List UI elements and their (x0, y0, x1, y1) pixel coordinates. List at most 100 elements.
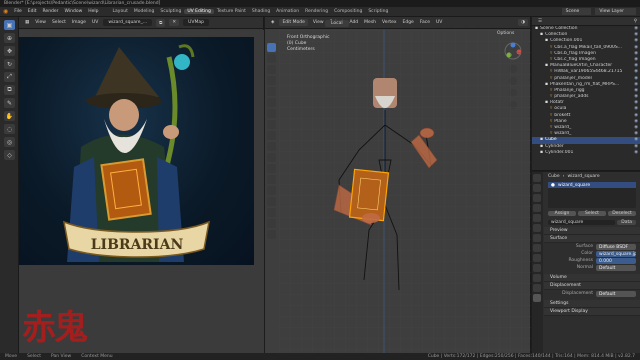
select-box-tool-icon[interactable]: ▣ (4, 20, 15, 30)
menu-render[interactable]: Render (40, 9, 62, 14)
vp-slide-tool-icon[interactable] (267, 230, 276, 239)
particles-tab-icon[interactable] (533, 254, 541, 262)
annotate-tool-icon[interactable]: ✎ (4, 98, 15, 108)
view-layer-selector[interactable]: View Layer (595, 8, 636, 15)
physics-tab-icon[interactable] (533, 264, 541, 272)
surface-section[interactable]: Surface (544, 235, 640, 243)
visibility-eye-icon[interactable]: ◉ (634, 150, 638, 156)
vp-knife-tool-icon[interactable] (267, 186, 276, 195)
mode-selector[interactable]: Edit Mode (279, 19, 308, 26)
uvmap-selector[interactable]: UVMap (183, 19, 209, 26)
vp-annotate-tool-icon[interactable] (267, 109, 276, 118)
image-selector[interactable]: wizard_square_... (103, 19, 153, 26)
workspace-tab-animation[interactable]: Animation (273, 9, 302, 14)
normal-field[interactable]: Default (596, 264, 636, 271)
blender-logo-icon[interactable]: ◉ (0, 8, 11, 15)
vp-add-cube-tool-icon[interactable] (267, 131, 276, 140)
vp-inset-tool-icon[interactable] (267, 153, 276, 162)
vp-smooth-tool-icon[interactable] (267, 219, 276, 228)
view-layer-tab-icon[interactable] (533, 204, 541, 212)
vp-transform-tool-icon[interactable] (267, 98, 276, 107)
preview-section[interactable]: Preview (544, 227, 640, 235)
vp-menu-edge[interactable]: Edge (400, 20, 417, 25)
workspace-tab-sculpting[interactable]: Sculpting (157, 9, 184, 14)
material-datablock-field[interactable]: wizard_square (548, 219, 616, 225)
rotate-tool-icon[interactable]: ↻ (4, 59, 15, 69)
surface-shader-field[interactable]: Diffuse BSDF (596, 243, 636, 250)
image-menu-uv[interactable]: UV (89, 20, 101, 25)
close-image-icon[interactable]: ✕ (169, 19, 180, 26)
pinch-tool-icon[interactable]: ◎ (4, 137, 15, 147)
data-tab-icon[interactable] (533, 284, 541, 292)
color-texture-field[interactable]: wizard_square.jpg (596, 250, 636, 257)
world-tab-icon[interactable] (533, 224, 541, 232)
displacement-section[interactable]: Displacement (544, 282, 640, 290)
tool-tab-icon[interactable] (533, 174, 541, 182)
volume-section[interactable]: Volume (544, 274, 640, 282)
grab-tool-icon[interactable]: ✋ (4, 111, 15, 121)
orientation-selector[interactable]: Local (325, 19, 349, 27)
workspace-tab-texture-paint[interactable]: Texture Paint (214, 9, 249, 14)
material-slot-item[interactable]: ● wizard_square (548, 182, 636, 188)
viewport-display-section[interactable]: Viewport Display (544, 308, 640, 316)
viewport-editor-type-icon[interactable]: ◈ (268, 20, 277, 25)
workspace-tab-modeling[interactable]: Modeling (131, 9, 157, 14)
workspace-tab-compositing[interactable]: Compositing (331, 9, 365, 14)
vp-extrude-tool-icon[interactable] (267, 142, 276, 151)
workspace-tab-shading[interactable]: Shading (249, 9, 273, 14)
modifier-tab-icon[interactable] (533, 244, 541, 252)
vp-measure-tool-icon[interactable] (267, 120, 276, 129)
menu-window[interactable]: Window (62, 9, 86, 14)
transform-tool-icon[interactable]: ⧉ (4, 85, 15, 95)
displacement-field[interactable]: Default (596, 290, 636, 297)
settings-section[interactable]: Settings (544, 300, 640, 308)
move-tool-icon[interactable]: ✥ (4, 46, 15, 56)
menu-edit[interactable]: Edit (25, 9, 40, 14)
material-tab-icon[interactable] (533, 294, 541, 302)
vp-rotate-tool-icon[interactable] (267, 76, 276, 85)
scene-selector[interactable]: Scene (561, 8, 592, 15)
vp-select-tool-icon[interactable] (267, 43, 276, 52)
vp-menu-vertex[interactable]: Vertex (379, 20, 399, 25)
link-data-selector[interactable]: Data (617, 219, 636, 225)
viewport-shading-icon[interactable]: ◑ (518, 19, 528, 26)
vp-cursor-tool-icon[interactable] (267, 54, 276, 63)
roughness-slider[interactable]: 0.000 (596, 257, 636, 264)
workspace-tab-uv-editing[interactable]: UV Editing (184, 9, 214, 14)
object-tab-icon[interactable] (533, 234, 541, 242)
vp-polybuild-tool-icon[interactable] (267, 197, 276, 206)
render-tab-icon[interactable] (533, 184, 541, 192)
constraints-tab-icon[interactable] (533, 274, 541, 282)
vp-move-tool-icon[interactable] (267, 65, 276, 74)
scale-tool-icon[interactable]: ⤢ (4, 72, 15, 82)
cursor-tool-icon[interactable]: ⊕ (4, 33, 15, 43)
vp-loopcut-tool-icon[interactable] (267, 175, 276, 184)
image-menu-select[interactable]: Select (49, 20, 69, 25)
material-slot-list[interactable]: ● wizard_square (548, 182, 636, 208)
vp-menu-uv[interactable]: UV (433, 20, 445, 25)
vp-menu-mesh[interactable]: Mesh (361, 20, 379, 25)
vp-bevel-tool-icon[interactable] (267, 164, 276, 173)
select-button[interactable]: Select (578, 211, 606, 216)
image-menu-view[interactable]: View (32, 20, 49, 25)
vp-spin-tool-icon[interactable] (267, 208, 276, 217)
new-image-icon[interactable]: ⧉ (156, 18, 166, 27)
vp-menu-face[interactable]: Face (417, 20, 433, 25)
assign-button[interactable]: Assign (548, 211, 576, 216)
relax-tool-icon[interactable]: ◌ (4, 124, 15, 134)
scene-tab-icon[interactable] (533, 214, 541, 222)
3d-viewport[interactable]: ◈ Edit Mode View Select Add Mesh Vertex … (265, 17, 531, 353)
outliner-filter-icon[interactable]: ⚲ (631, 19, 640, 24)
menu-help[interactable]: Help (85, 9, 101, 14)
outliner-type-icon[interactable]: ☰ (535, 19, 545, 24)
rip-tool-icon[interactable]: ◇ (4, 150, 15, 160)
output-tab-icon[interactable] (533, 194, 541, 202)
workspace-tab-layout[interactable]: Layout (110, 9, 131, 14)
deselect-button[interactable]: Deselect (608, 211, 636, 216)
outliner-row[interactable]: ◉ ▪ Cylinder.001 (532, 150, 640, 156)
image-menu-image[interactable]: Image (69, 20, 89, 25)
vp-scale-tool-icon[interactable] (267, 87, 276, 96)
workspace-tab-scripting[interactable]: Scripting (365, 9, 391, 14)
workspace-tab-rendering[interactable]: Rendering (302, 9, 331, 14)
menu-file[interactable]: File (11, 9, 25, 14)
